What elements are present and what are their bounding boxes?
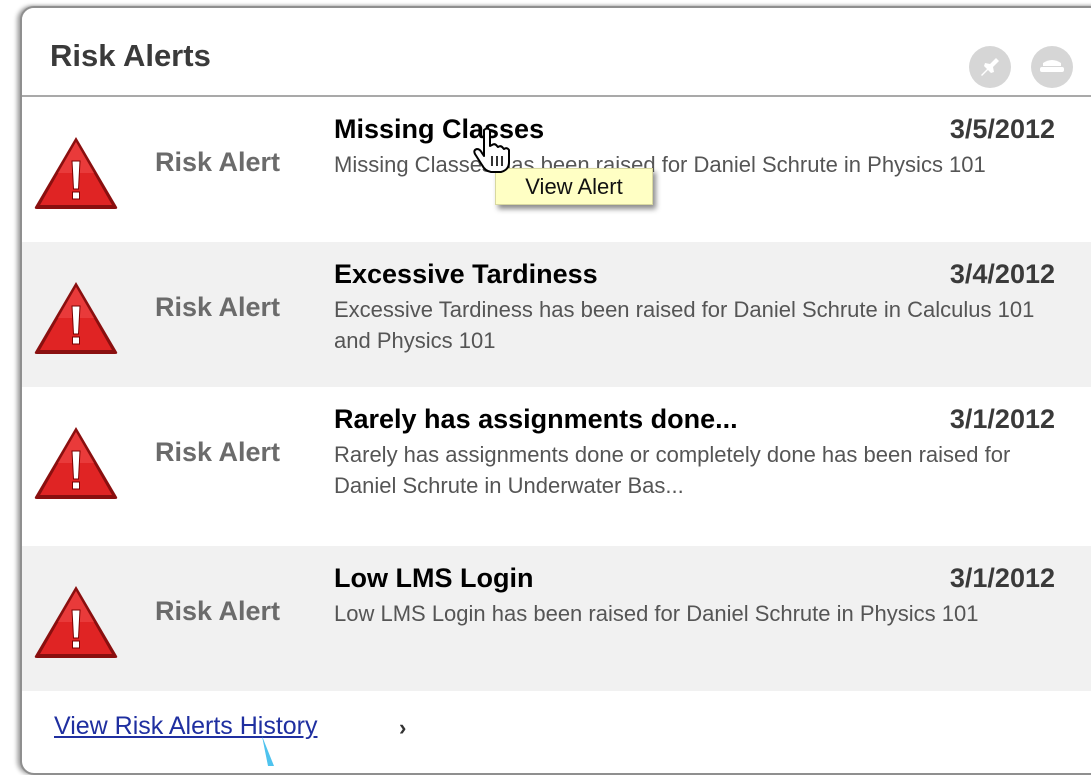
alert-title[interactable]: Excessive Tardiness xyxy=(334,259,598,290)
alert-title[interactable]: Rarely has assignments done... xyxy=(334,404,738,435)
view-alert-tooltip: View Alert xyxy=(495,168,653,205)
alert-type-label: Risk Alert xyxy=(155,147,281,177)
hand-cursor-icon xyxy=(473,127,510,173)
alert-description: Missing Classes has been raised for Dani… xyxy=(334,152,986,177)
alert-description: Excessive Tardiness has been raised for … xyxy=(334,297,1035,353)
alert-type-label: Risk Alert xyxy=(155,292,281,322)
warning-icon xyxy=(34,137,118,209)
warning-icon xyxy=(34,427,118,499)
pin-icon xyxy=(981,58,999,76)
alert-title[interactable]: Low LMS Login xyxy=(334,563,533,594)
alert-description: Low LMS Login has been raised for Daniel… xyxy=(334,601,979,626)
annotation-pointer xyxy=(262,736,274,766)
risk-alerts-panel: Risk Alerts Risk Alert Missing Classes 3… xyxy=(20,6,1091,775)
alert-date: 3/1/2012 xyxy=(949,404,1055,434)
alert-row[interactable]: Risk Alert Low LMS Login 3/1/2012 Low LM… xyxy=(22,546,1091,691)
panel-header: Risk Alerts xyxy=(22,8,1091,97)
alert-date: 3/5/2012 xyxy=(949,114,1055,144)
panel-title: Risk Alerts xyxy=(50,38,211,73)
warning-icon xyxy=(34,586,118,658)
alert-date: 3/1/2012 xyxy=(949,563,1055,593)
alert-type-label: Risk Alert xyxy=(155,596,281,626)
alert-type-label: Risk Alert xyxy=(155,437,281,467)
pin-button[interactable] xyxy=(969,46,1011,88)
minimize-icon xyxy=(1040,60,1064,72)
minimize-button[interactable] xyxy=(1031,46,1073,88)
alert-row[interactable]: Risk Alert Excessive Tardiness 3/4/2012 … xyxy=(22,242,1091,387)
alert-row[interactable]: Risk Alert Rarely has assignments done..… xyxy=(22,387,1091,532)
alert-date: 3/4/2012 xyxy=(949,259,1055,289)
warning-icon xyxy=(34,282,118,354)
chevron-right-icon: › xyxy=(399,715,407,740)
alert-description: Rarely has assignments done or completel… xyxy=(334,442,1011,498)
